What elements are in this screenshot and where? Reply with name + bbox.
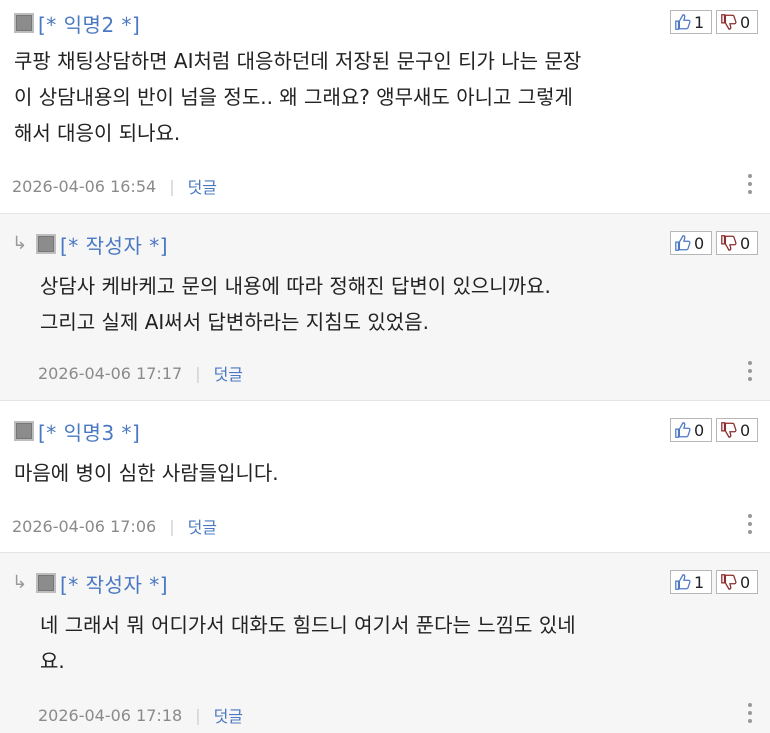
reply-arrow-icon: ↳ (12, 233, 28, 254)
comment-meta: 2026-04-06 17:06 | 덧글 (12, 514, 217, 538)
downvote-button[interactable]: 0 (716, 418, 758, 442)
comment-header: ↳ [* 작성자 *] (12, 569, 168, 598)
comment-item-reply: ↳ [* 작성자 *] 1 0 네 그래서 뭐 어디가서 대화도 힘드니 여기서… (0, 553, 770, 733)
upvote-button[interactable]: 0 (670, 418, 712, 442)
vote-group: 0 0 (670, 418, 758, 442)
comment-timestamp: 2026-04-06 17:17 (38, 363, 183, 383)
meta-divider: | (169, 516, 175, 536)
reply-arrow-icon: ↳ (12, 572, 28, 593)
avatar (14, 421, 34, 441)
upvote-count: 0 (694, 233, 705, 253)
more-options-icon[interactable] (748, 514, 754, 534)
vote-group: 1 0 (670, 10, 758, 34)
upvote-button[interactable]: 1 (670, 570, 712, 594)
comment-meta: 2026-04-06 17:17 | 덧글 (38, 361, 243, 385)
comment-author[interactable]: [* 익명2 *] (38, 9, 140, 38)
meta-divider: | (169, 176, 175, 196)
comment-item: [* 익명3 *] 0 0 마음에 병이 심한 사람들입니다. 2026-04-… (0, 401, 770, 553)
downvote-count: 0 (740, 12, 751, 32)
thumbs-down-icon (721, 235, 737, 251)
comment-body: 상담사 케바케고 문의 내용에 따라 정해진 답변이 있으니까요. 그리고 실제… (40, 274, 551, 334)
comment-meta: 2026-04-06 16:54 | 덧글 (12, 174, 217, 198)
comment-header: ↳ [* 작성자 *] (12, 230, 168, 259)
downvote-count: 0 (740, 572, 751, 592)
comment-meta: 2026-04-06 17:18 | 덧글 (38, 703, 243, 727)
upvote-button[interactable]: 1 (670, 10, 712, 34)
reply-link[interactable]: 덧글 (188, 514, 217, 538)
upvote-button[interactable]: 0 (670, 231, 712, 255)
thumbs-down-icon (721, 422, 737, 438)
reply-link[interactable]: 덧글 (214, 703, 243, 727)
comment-item-reply: ↳ [* 작성자 *] 0 0 상담사 케바케고 문의 내용에 따라 정해진 답… (0, 214, 770, 401)
upvote-count: 1 (694, 572, 705, 592)
comment-body: 쿠팡 채팅상담하면 AI처럼 대응하던데 저장된 문구인 티가 나는 문장 이 … (14, 49, 582, 145)
downvote-button[interactable]: 0 (716, 231, 758, 255)
comment-author[interactable]: [* 작성자 *] (60, 230, 168, 259)
comment-header: [* 익명2 *] (14, 9, 140, 38)
downvote-count: 0 (740, 233, 751, 253)
comment-item: [* 익명2 *] 1 0 쿠팡 채팅상담하면 AI처럼 대응하던데 저장된 문… (0, 0, 770, 214)
comment-header: [* 익명3 *] (14, 417, 140, 446)
meta-divider: | (195, 705, 201, 725)
thumbs-up-icon (675, 422, 691, 438)
comment-timestamp: 2026-04-06 17:06 (12, 516, 157, 536)
comment-body: 마음에 병이 심한 사람들입니다. (14, 461, 279, 485)
meta-divider: | (195, 363, 201, 383)
thumbs-up-icon (675, 235, 691, 251)
thumbs-up-icon (675, 14, 691, 30)
comment-timestamp: 2026-04-06 16:54 (12, 176, 157, 196)
avatar (14, 13, 34, 33)
vote-group: 0 0 (670, 231, 758, 255)
downvote-button[interactable]: 0 (716, 570, 758, 594)
more-options-icon[interactable] (748, 174, 754, 194)
upvote-count: 0 (694, 420, 705, 440)
downvote-button[interactable]: 0 (716, 10, 758, 34)
comment-author[interactable]: [* 작성자 *] (60, 569, 168, 598)
thumbs-up-icon (675, 574, 691, 590)
reply-link[interactable]: 덧글 (188, 174, 217, 198)
comment-body: 네 그래서 뭐 어디가서 대화도 힘드니 여기서 푼다는 느낌도 있네 요. (40, 613, 576, 673)
vote-group: 1 0 (670, 570, 758, 594)
more-options-icon[interactable] (748, 361, 754, 381)
reply-link[interactable]: 덧글 (214, 361, 243, 385)
thumbs-down-icon (721, 14, 737, 30)
comment-timestamp: 2026-04-06 17:18 (38, 705, 183, 725)
thumbs-down-icon (721, 574, 737, 590)
avatar (36, 573, 56, 593)
upvote-count: 1 (694, 12, 705, 32)
comment-author[interactable]: [* 익명3 *] (38, 417, 140, 446)
more-options-icon[interactable] (748, 703, 754, 723)
avatar (36, 234, 56, 254)
downvote-count: 0 (740, 420, 751, 440)
